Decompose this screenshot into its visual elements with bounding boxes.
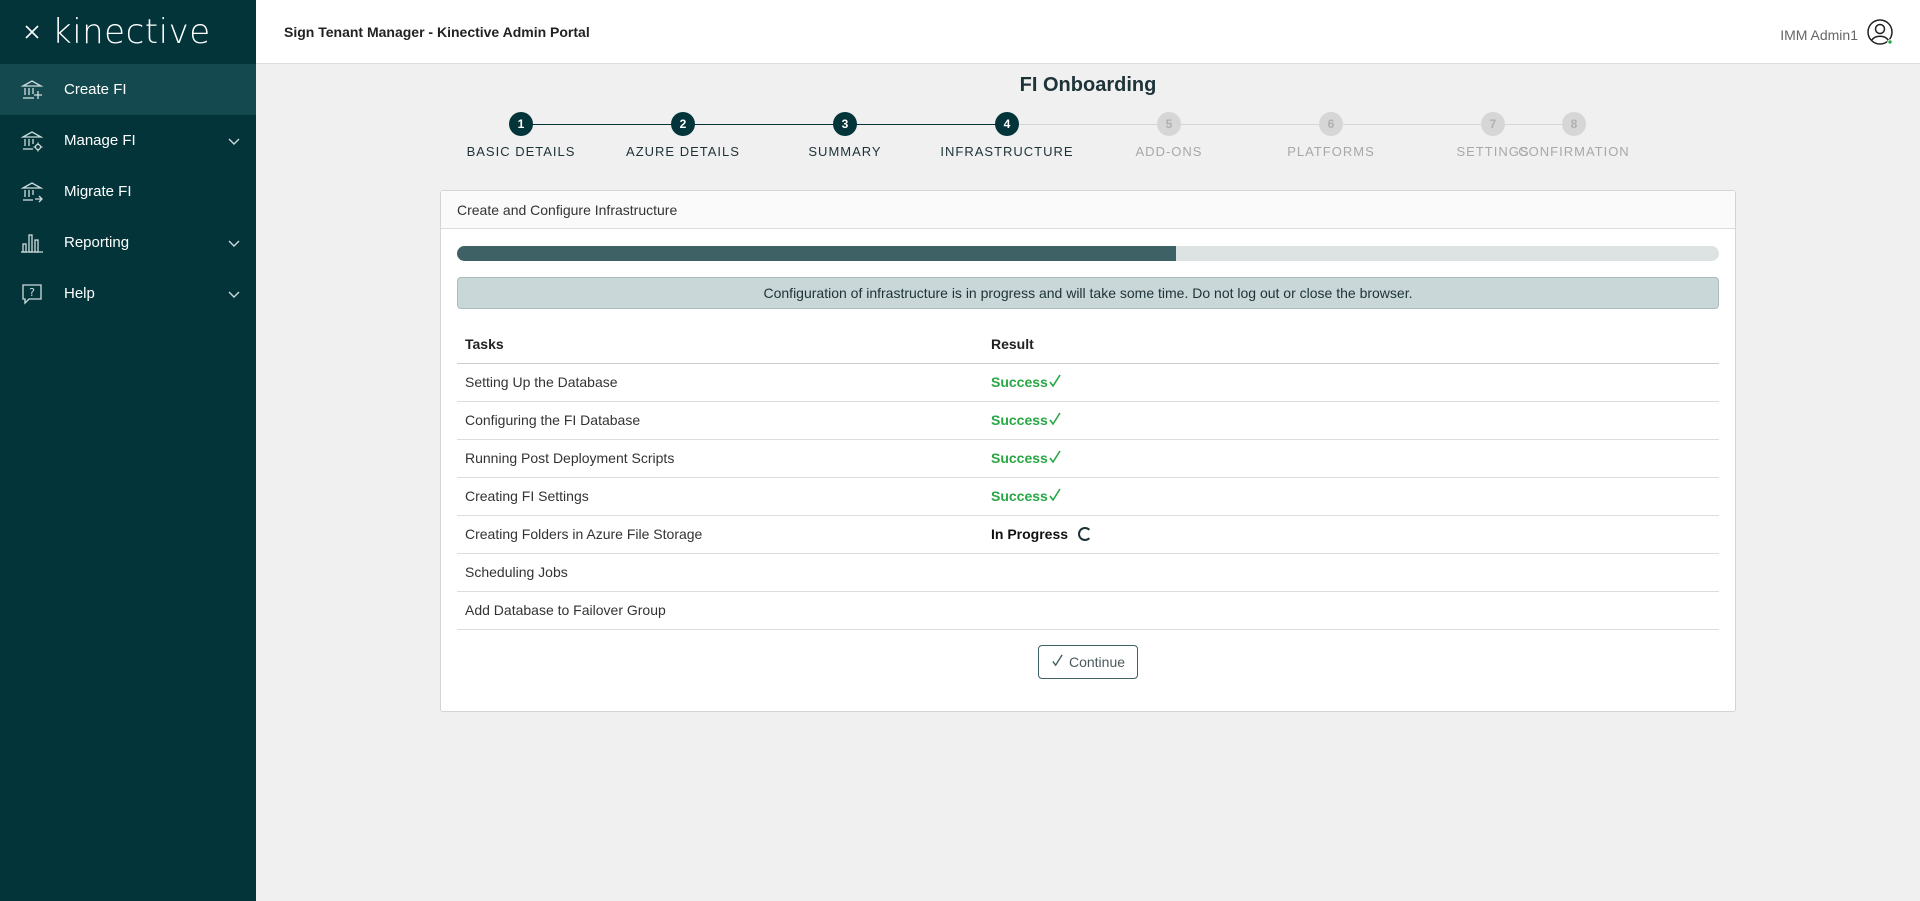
page-title: FI Onboarding	[1019, 74, 1157, 96]
result-text: Success	[991, 450, 1048, 466]
table-row: Setting Up the Database Success	[457, 363, 1719, 402]
spinner-icon	[1078, 527, 1093, 541]
infrastructure-progress-bar	[457, 246, 1719, 261]
continue-button-label: Continue	[1068, 654, 1126, 670]
step-summary[interactable]: 3 SUMMARY	[764, 112, 926, 159]
step-label: SUMMARY	[808, 144, 882, 159]
step-number: 2	[671, 112, 695, 136]
result-text: Success	[991, 412, 1048, 428]
help-bubble-icon: ?	[20, 282, 44, 306]
step-label: BASIC DETAILS	[466, 144, 576, 159]
sidebar-item-help[interactable]: ? Help	[0, 268, 256, 319]
step-label: PLATFORMS	[1287, 144, 1375, 159]
table-row: Creating FI Settings Success	[457, 477, 1719, 516]
task-name: Running Post Deployment Scripts	[457, 439, 983, 478]
task-name: Configuring the FI Database	[457, 401, 983, 440]
sidebar-item-label: Reporting	[64, 234, 130, 251]
result-text: In Progress	[991, 526, 1069, 542]
chevron-down-icon	[228, 235, 240, 252]
table-row: Scheduling Jobs	[457, 553, 1719, 592]
progress-bar-fill	[457, 246, 1177, 261]
step-add-ons: 5 ADD-ONS	[1088, 112, 1250, 159]
check-icon	[1051, 654, 1064, 670]
task-result: Success	[983, 439, 1719, 478]
tasks-table: Tasks Result Setting Up the Database Suc…	[457, 325, 1719, 630]
user-menu[interactable]: IMM Admin1	[1780, 18, 1894, 51]
step-infrastructure[interactable]: 4 INFRASTRUCTURE	[926, 112, 1088, 159]
close-icon[interactable]	[20, 20, 44, 44]
table-header-row: Tasks Result	[457, 325, 1719, 364]
task-name: Creating Folders in Azure File Storage	[457, 515, 983, 554]
chevron-down-icon	[228, 286, 240, 303]
task-result: In Progress	[983, 515, 1719, 554]
column-header-tasks: Tasks	[457, 325, 983, 364]
bank-settings-icon	[20, 129, 44, 153]
table-row: Add Database to Failover Group	[457, 591, 1719, 630]
step-platforms: 6 PLATFORMS	[1250, 112, 1412, 159]
step-label: INFRASTRUCTURE	[940, 144, 1074, 159]
top-bar: Sign Tenant Manager - Kinective Admin Po…	[256, 0, 1920, 64]
bar-chart-icon	[20, 231, 44, 255]
bank-add-icon	[20, 78, 44, 102]
sidebar-item-create-fi[interactable]: Create FI	[0, 64, 256, 115]
step-number: 3	[833, 112, 857, 136]
sidebar-item-migrate-fi[interactable]: Migrate FI	[0, 166, 256, 217]
check-icon	[1048, 488, 1062, 505]
task-name: Add Database to Failover Group	[457, 591, 983, 630]
step-number: 4	[995, 112, 1019, 136]
result-text: Success	[991, 374, 1048, 390]
sidebar-item-label: Migrate FI	[64, 183, 132, 200]
sidebar-header: kinective	[0, 0, 256, 64]
svg-text:?: ?	[29, 286, 35, 299]
table-row: Configuring the FI Database Success	[457, 401, 1719, 440]
continue-button[interactable]: Continue	[1038, 645, 1138, 679]
logo: kinective	[52, 12, 211, 52]
table-row: Creating Folders in Azure File Storage I…	[457, 515, 1719, 554]
step-label: ADD-ONS	[1135, 144, 1203, 159]
step-number: 5	[1157, 112, 1181, 136]
infrastructure-card: Create and Configure Infrastructure Conf…	[440, 190, 1736, 712]
card-title: Create and Configure Infrastructure	[441, 191, 1735, 229]
progress-alert: Configuration of infrastructure is in pr…	[457, 277, 1719, 309]
sidebar-item-label: Help	[64, 285, 95, 302]
onboarding-stepper: 1 BASIC DETAILS 2 AZURE DETAILS 3 SUMMAR…	[440, 112, 1656, 167]
check-icon	[1048, 412, 1062, 429]
step-number: 6	[1319, 112, 1343, 136]
task-name: Setting Up the Database	[457, 363, 983, 402]
sidebar-item-reporting[interactable]: Reporting	[0, 217, 256, 268]
sidebar-item-label: Manage FI	[64, 132, 136, 149]
app-title: Sign Tenant Manager - Kinective Admin Po…	[284, 23, 590, 40]
task-result	[983, 591, 1719, 630]
step-azure-details[interactable]: 2 AZURE DETAILS	[602, 112, 764, 159]
sidebar-item-label: Create FI	[64, 81, 127, 98]
task-result	[983, 553, 1719, 592]
sidebar-item-manage-fi[interactable]: Manage FI	[0, 115, 256, 166]
bank-migrate-icon	[20, 180, 44, 204]
task-name: Scheduling Jobs	[457, 553, 983, 592]
task-result: Success	[983, 401, 1719, 440]
column-header-result: Result	[983, 325, 1719, 364]
result-text: Success	[991, 488, 1048, 504]
table-row: Running Post Deployment Scripts Success	[457, 439, 1719, 478]
sidebar: kinective Create FI Manage FI Migrate FI…	[0, 0, 256, 901]
step-label: CONFIRMATION	[1518, 144, 1630, 159]
step-basic-details[interactable]: 1 BASIC DETAILS	[440, 112, 602, 159]
step-confirmation: 8 CONFIRMATION	[1493, 112, 1655, 159]
step-number: 1	[509, 112, 533, 136]
task-name: Creating FI Settings	[457, 477, 983, 516]
task-result: Success	[983, 363, 1719, 402]
user-name: IMM Admin1	[1780, 26, 1858, 43]
check-icon	[1048, 374, 1062, 391]
step-number: 8	[1562, 112, 1586, 136]
chevron-down-icon	[228, 133, 240, 150]
step-label: AZURE DETAILS	[626, 144, 740, 159]
check-icon	[1048, 450, 1062, 467]
user-avatar-icon[interactable]	[1866, 18, 1894, 51]
task-result: Success	[983, 477, 1719, 516]
